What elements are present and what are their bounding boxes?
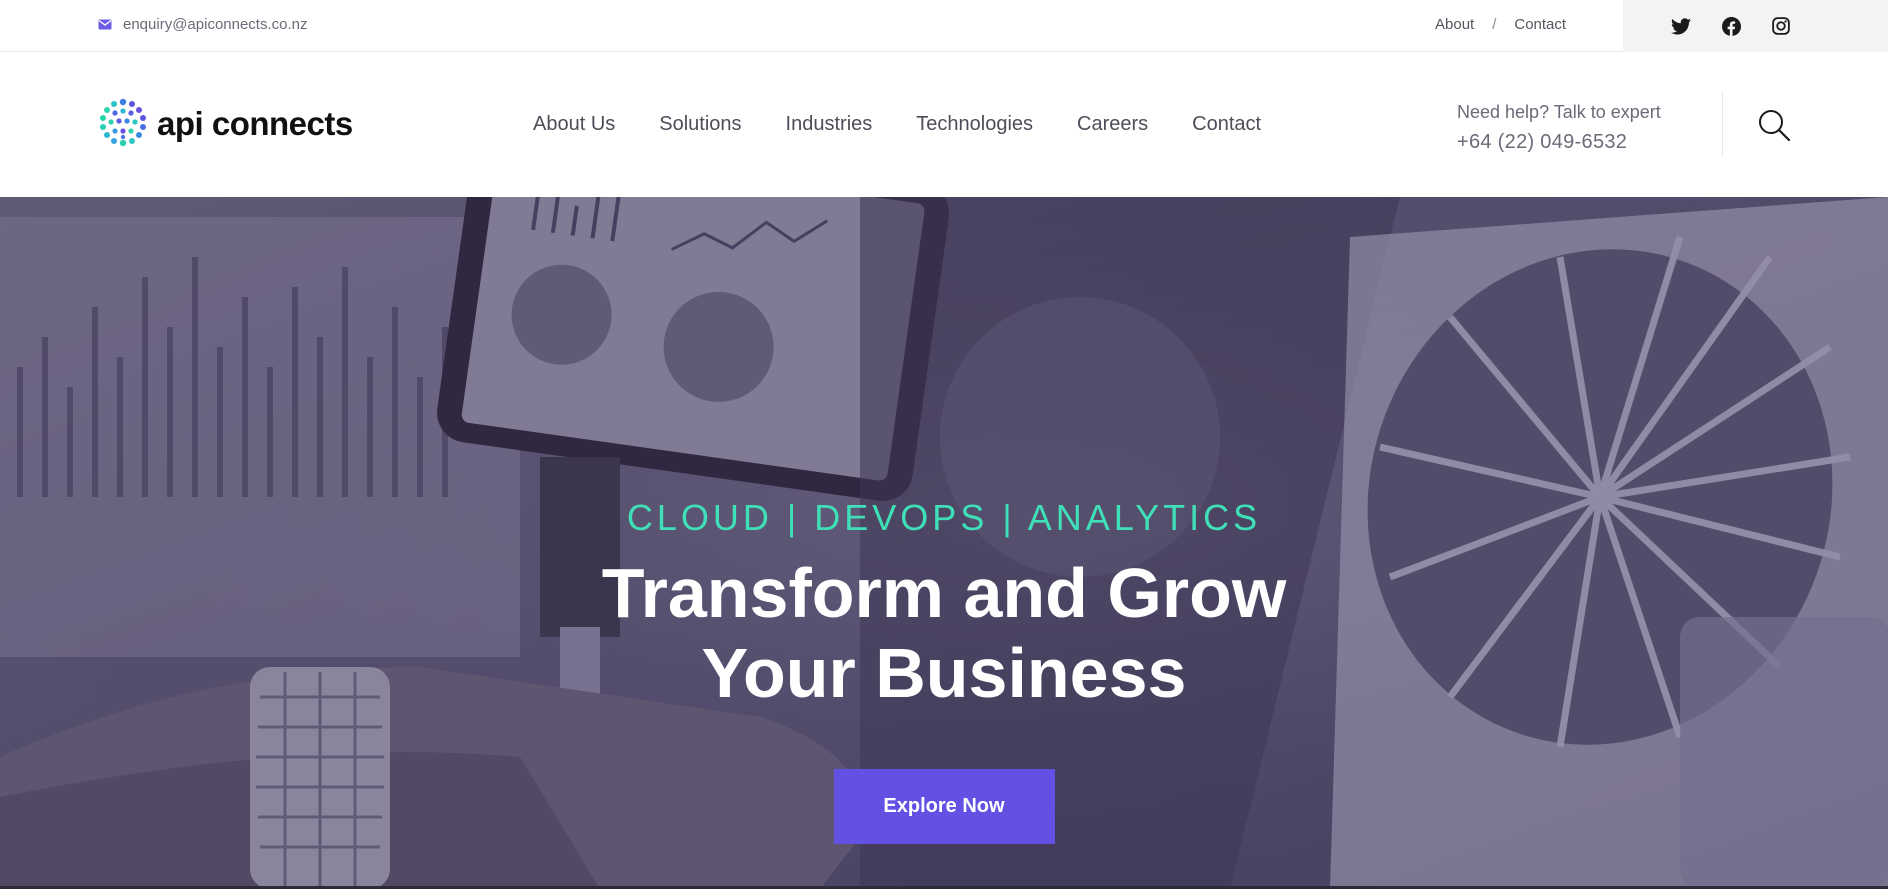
logo-text: api connects (157, 105, 353, 142)
hero-title-line-1: Transform and Grow (601, 554, 1287, 632)
help-label: Need help? Talk to expert (1457, 102, 1661, 122)
logo[interactable]: api connects (97, 98, 353, 150)
top-link-contact[interactable]: Contact (1514, 16, 1566, 33)
hero-section: CLOUD | DEVOPS | ANALYTICS Transform and… (0, 197, 1888, 889)
hero-title: Transform and Grow Your Business (0, 553, 1888, 713)
hero-tagline: CLOUD | DEVOPS | ANALYTICS (626, 497, 1262, 538)
search-icon (1757, 110, 1791, 146)
mail-icon (98, 19, 112, 30)
nav-contact[interactable]: Contact (1192, 113, 1261, 136)
nav-solutions[interactable]: Solutions (659, 113, 741, 136)
top-email[interactable]: enquiry@apiconnects.co.nz (98, 14, 308, 34)
explore-now-button[interactable]: Explore Now (833, 769, 1055, 844)
nav-technologies[interactable]: Technologies (916, 113, 1033, 136)
top-bar: enquiry@apiconnects.co.nz About / Contac… (0, 0, 1888, 52)
hero-title-line-2: Your Business (701, 634, 1187, 712)
hero-content: CLOUD | DEVOPS | ANALYTICS Transform and… (0, 497, 1888, 844)
nav-careers[interactable]: Careers (1077, 113, 1148, 136)
nav-industries[interactable]: Industries (786, 113, 873, 136)
main-nav: About Us Solutions Industries Technologi… (533, 52, 1305, 197)
top-links: About / Contact (1435, 16, 1566, 33)
facebook-icon[interactable] (1721, 16, 1741, 36)
main-header: api connects About Us Solutions Industri… (0, 52, 1888, 197)
top-link-about[interactable]: About (1435, 16, 1474, 33)
help-block: Need help? Talk to expert +64 (22) 049-6… (1457, 102, 1661, 154)
nav-about-us[interactable]: About Us (533, 113, 615, 136)
header-divider (1722, 92, 1723, 156)
logo-mark-icon (97, 96, 149, 153)
email-link[interactable]: enquiry@apiconnects.co.nz (123, 16, 308, 33)
instagram-icon[interactable] (1771, 16, 1791, 36)
search-button[interactable] (1757, 108, 1791, 142)
help-phone[interactable]: +64 (22) 049-6532 (1457, 131, 1661, 154)
social-links (1623, 0, 1888, 52)
twitter-icon[interactable] (1671, 16, 1691, 36)
top-link-separator: / (1492, 16, 1497, 33)
